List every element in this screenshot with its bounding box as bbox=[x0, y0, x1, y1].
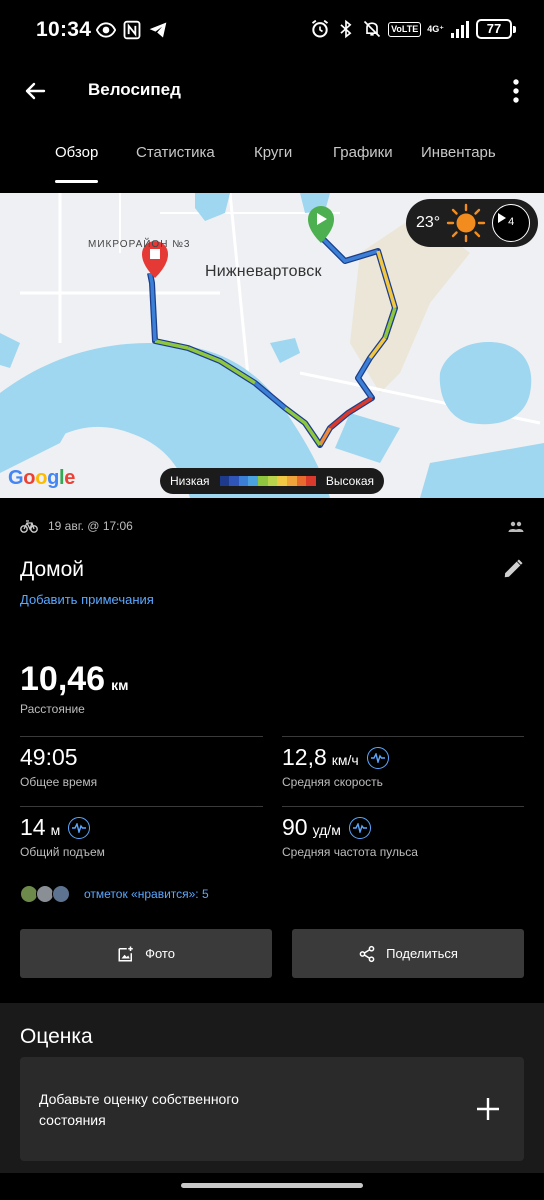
distance-value: 10,46 км bbox=[20, 660, 128, 699]
rating-section: Оценка Добавьте оценку собственного сост… bbox=[0, 1003, 544, 1173]
back-button[interactable] bbox=[18, 74, 52, 108]
legend-low: Низкая bbox=[170, 474, 210, 488]
page-title: Велосипед bbox=[88, 80, 181, 99]
signal-icon bbox=[451, 21, 469, 38]
stat-label: Средняя частота пульса bbox=[282, 845, 418, 859]
nfc-icon bbox=[123, 20, 141, 40]
heatmap-legend: Низкая Высокая bbox=[160, 468, 384, 494]
legend-gradient bbox=[219, 476, 316, 486]
tab-bar: Обзор Статистика Круги Графики Инвентарь bbox=[0, 138, 544, 184]
avatar bbox=[52, 885, 70, 903]
wind-icon: 4 bbox=[492, 204, 531, 242]
route-map[interactable]: МИКРОРАЙОН №3 Нижневартовск 23° 4 Google… bbox=[0, 193, 544, 498]
tab-graphs[interactable]: Графики bbox=[333, 144, 393, 161]
status-icons-left bbox=[96, 20, 168, 40]
stat-label: Общее время bbox=[20, 775, 98, 789]
volte-badge: VoLTE bbox=[388, 21, 422, 37]
stat-value: 90 bbox=[282, 814, 308, 840]
stat-elevation-gain: 14 м Общий подъем bbox=[20, 814, 105, 859]
battery-indicator: 77 bbox=[476, 19, 516, 39]
eye-icon bbox=[96, 22, 116, 38]
distance-number: 10,46 bbox=[20, 660, 106, 698]
divider bbox=[282, 806, 524, 807]
rating-card[interactable]: Добавьте оценку собственного состояния bbox=[20, 1057, 524, 1161]
divider bbox=[20, 736, 263, 737]
telegram-icon bbox=[149, 22, 167, 38]
share-icon bbox=[359, 945, 375, 962]
photo-button[interactable]: Фото bbox=[20, 929, 272, 978]
legend-high: Высокая bbox=[325, 474, 374, 488]
activity-meta: 19 авг. @ 17:06 bbox=[20, 519, 133, 533]
network-type: 4G⁺ bbox=[427, 23, 444, 34]
stat-value: 12,8 bbox=[282, 744, 327, 770]
district-label: МИКРОРАЙОН №3 bbox=[88, 239, 191, 250]
bluetooth-icon bbox=[340, 19, 352, 39]
likes-count[interactable]: отметок «нравится»: 5 bbox=[84, 887, 209, 901]
add-note-link[interactable]: Добавить примечания bbox=[20, 592, 154, 607]
tab-indicator bbox=[55, 180, 98, 183]
tab-gear[interactable]: Инвентарь bbox=[421, 144, 496, 161]
stat-unit: км/ч bbox=[331, 752, 359, 768]
more-options-button[interactable] bbox=[502, 74, 530, 108]
share-button[interactable]: Поделиться bbox=[292, 929, 524, 978]
stat-value: 49:05 bbox=[20, 744, 78, 770]
more-vert-icon bbox=[513, 79, 519, 103]
pulse-icon[interactable] bbox=[348, 816, 371, 839]
alarm-icon bbox=[312, 19, 329, 38]
stat-value: 14 bbox=[20, 814, 46, 840]
photo-button-label: Фото bbox=[145, 946, 175, 961]
tab-laps[interactable]: Круги bbox=[254, 144, 292, 161]
stat-label: Средняя скорость bbox=[282, 775, 383, 789]
bike-icon bbox=[20, 520, 38, 533]
rating-card-text: Добавьте оценку собственного состояния bbox=[39, 1091, 239, 1128]
tab-statistics[interactable]: Статистика bbox=[136, 144, 215, 161]
divider bbox=[282, 736, 524, 737]
distance-unit: км bbox=[111, 677, 129, 693]
plus-icon[interactable] bbox=[474, 1095, 502, 1123]
home-indicator[interactable] bbox=[181, 1183, 363, 1188]
city-label: Нижневартовск bbox=[205, 263, 322, 280]
stat-unit: м bbox=[50, 822, 61, 838]
status-icons-right: VoLTE 4G⁺ 77 bbox=[310, 19, 516, 39]
add-photo-icon bbox=[118, 946, 133, 961]
tab-overview[interactable]: Обзор bbox=[55, 144, 98, 161]
stat-total-time: 49:05 Общее время bbox=[20, 744, 97, 789]
divider bbox=[20, 806, 263, 807]
likes-row[interactable]: отметок «нравится»: 5 bbox=[20, 885, 209, 903]
share-button-label: Поделиться bbox=[386, 946, 458, 961]
pulse-icon[interactable] bbox=[68, 816, 91, 839]
people-icon[interactable] bbox=[508, 521, 524, 533]
pencil-icon[interactable] bbox=[502, 558, 524, 580]
arrow-left-icon bbox=[25, 82, 46, 100]
sun-icon bbox=[447, 203, 486, 243]
pulse-icon[interactable] bbox=[366, 746, 389, 769]
wind-speed: 4 bbox=[508, 216, 515, 228]
weather-badge: 23° 4 bbox=[406, 199, 538, 247]
temperature: 23° bbox=[416, 214, 441, 231]
google-logo: Google bbox=[8, 467, 76, 489]
stat-avg-heart-rate: 90 уд/м Средняя частота пульса bbox=[282, 814, 418, 859]
stat-label: Общий подъем bbox=[20, 845, 105, 859]
status-bar: 10:34 VoLTE 4G⁺ 77 bbox=[0, 0, 544, 62]
status-time: 10:34 bbox=[36, 18, 92, 41]
stat-unit: уд/м bbox=[312, 822, 341, 838]
stat-avg-speed: 12,8 км/ч Средняя скорость bbox=[282, 744, 389, 789]
distance-label: Расстояние bbox=[20, 702, 85, 716]
app-bar: Велосипед bbox=[0, 62, 544, 118]
rating-title: Оценка bbox=[20, 1025, 93, 1048]
activity-date: 19 авг. @ 17:06 bbox=[48, 519, 133, 533]
activity-name: Домой bbox=[20, 558, 84, 581]
mute-icon bbox=[363, 20, 381, 38]
